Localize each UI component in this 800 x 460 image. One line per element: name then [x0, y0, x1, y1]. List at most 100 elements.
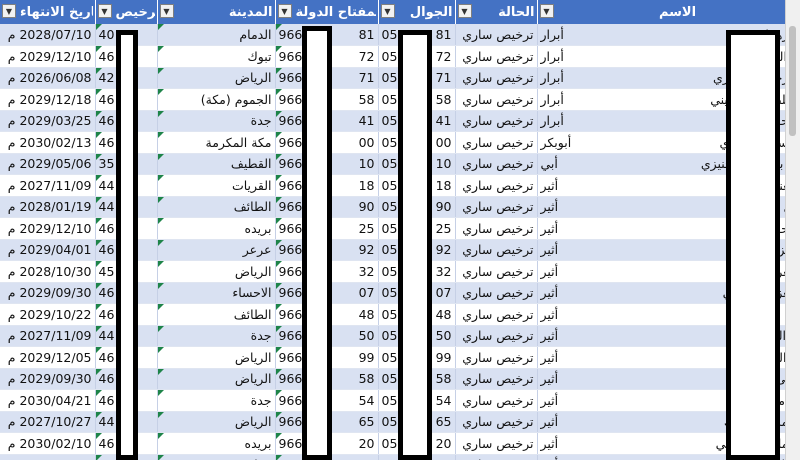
- cell-city[interactable]: جدة: [157, 389, 276, 412]
- cell-text: 42: [98, 70, 115, 86]
- cell-city[interactable]: جدة: [157, 110, 276, 132]
- cell-city[interactable]: الرياض: [157, 346, 276, 369]
- cell-text: ترخيص ساري: [462, 306, 534, 322]
- cell-text: 2027/11/09 م: [7, 328, 92, 344]
- filter-applied-icon[interactable]: ▼: [277, 4, 292, 18]
- cell-city[interactable]: الاحساء: [157, 282, 276, 304]
- dropdown-filter-icon[interactable]: ▼: [539, 4, 554, 18]
- header-city[interactable]: ▼ المدينة: [157, 0, 276, 24]
- cell-city[interactable]: الرياض: [157, 411, 276, 433]
- cell-text: 2029/12/05 م: [7, 349, 92, 365]
- cell-expiry[interactable]: 2029/12/10 م: [0, 45, 96, 68]
- cell-expiry[interactable]: 2028/10/30 م: [0, 260, 96, 283]
- header-license-no[interactable]: ▼رقم الترخيص: [95, 0, 158, 24]
- cell-text: 2029/09/30 م: [7, 371, 92, 387]
- cell-text: 46: [98, 349, 115, 365]
- cell-status[interactable]: ترخيص ساري: [455, 217, 538, 240]
- cell-expiry[interactable]: 2027/11/09 م: [0, 174, 96, 197]
- cell-city[interactable]: الطائف: [157, 303, 276, 326]
- cell-expiry[interactable]: 2030/03/12 م: [0, 454, 96, 460]
- dropdown-filter-icon[interactable]: ▼: [159, 4, 174, 18]
- cell-expiry[interactable]: 2029/03/25 م: [0, 110, 96, 132]
- cell-city[interactable]: تبوك: [157, 454, 276, 460]
- cell-expiry[interactable]: 2028/01/19 م: [0, 196, 96, 218]
- cell-status[interactable]: ترخيص ساري: [455, 368, 538, 390]
- cell-city[interactable]: عرعر: [157, 239, 276, 261]
- cell-city[interactable]: القريات: [157, 174, 276, 197]
- cell-city[interactable]: الدمام: [157, 24, 276, 46]
- cell-expiry[interactable]: 2029/09/30 م: [0, 368, 96, 390]
- dropdown-filter-icon[interactable]: ▼: [457, 4, 472, 18]
- cell-status[interactable]: ترخيص ساري: [455, 24, 538, 46]
- cell-expiry[interactable]: 2030/04/21 م: [0, 389, 96, 412]
- cell-city[interactable]: مكة المكرمة: [157, 131, 276, 154]
- cell-expiry[interactable]: 2029/10/22 م: [0, 303, 96, 326]
- scrollbar-thumb[interactable]: [789, 26, 796, 136]
- cell-status[interactable]: ترخيص ساري: [455, 153, 538, 175]
- cell-expiry[interactable]: 2026/06/08 م: [0, 67, 96, 89]
- cell-text: ترخيص ساري: [462, 371, 534, 387]
- cell-city[interactable]: الجموم (مكة): [157, 88, 276, 111]
- cell-expiry[interactable]: 2029/09/30 م: [0, 282, 96, 304]
- cell-status[interactable]: ترخيص ساري: [455, 325, 538, 347]
- header-intl-mobile[interactable]: ▼الجوال بمفتاح الدولة: [275, 0, 379, 24]
- header-mobile[interactable]: ▼ الجوال: [378, 0, 456, 24]
- cell-text: 46: [98, 220, 115, 236]
- dropdown-filter-icon[interactable]: ▼: [380, 4, 395, 18]
- cell-city[interactable]: الرياض: [157, 67, 276, 89]
- cell-status[interactable]: ترخيص ساري: [455, 432, 538, 455]
- dropdown-filter-icon[interactable]: ▼: [2, 4, 16, 18]
- header-expiry[interactable]: ▼ تاريخ الانتهاء: [0, 0, 96, 24]
- cell-city[interactable]: جدة: [157, 325, 276, 347]
- cell-expiry[interactable]: 2029/12/10 م: [0, 217, 96, 240]
- cell-text: ترخيص ساري: [462, 328, 534, 344]
- dropdown-filter-icon[interactable]: ▼: [97, 4, 112, 18]
- cell-text: ترخيص ساري: [462, 220, 534, 236]
- cell-expiry[interactable]: 2029/12/05 م: [0, 346, 96, 369]
- cell-status[interactable]: ترخيص ساري: [455, 454, 538, 460]
- cell-city[interactable]: الطائف: [157, 196, 276, 218]
- cell-status[interactable]: ترخيص ساري: [455, 260, 538, 283]
- cell-expiry[interactable]: 2029/04/01 م: [0, 239, 96, 261]
- header-name[interactable]: ▼ الاسم: [537, 0, 800, 24]
- cell-text-tail: 00: [358, 134, 375, 150]
- cell-city[interactable]: بريده: [157, 432, 276, 455]
- cell-status[interactable]: ترخيص ساري: [455, 346, 538, 369]
- cell-status[interactable]: ترخيص ساري: [455, 67, 538, 89]
- cell-status[interactable]: ترخيص ساري: [455, 282, 538, 304]
- cell-text-tail: 48: [435, 306, 452, 322]
- cell-expiry[interactable]: 2030/02/13 م: [0, 131, 96, 154]
- cell-text: 2029/12/10 م: [7, 220, 92, 236]
- cell-status[interactable]: ترخيص ساري: [455, 196, 538, 218]
- cell-status[interactable]: ترخيص ساري: [455, 303, 538, 326]
- cell-text: 2029/03/25 م: [7, 113, 92, 129]
- cell-text: الرياض: [234, 371, 272, 387]
- cell-status[interactable]: ترخيص ساري: [455, 239, 538, 261]
- cell-status[interactable]: ترخيص ساري: [455, 174, 538, 197]
- cell-text-tail: 10: [358, 156, 375, 172]
- cell-status[interactable]: ترخيص ساري: [455, 110, 538, 132]
- cell-text: 2029/04/01 م: [7, 242, 92, 258]
- vertical-scrollbar[interactable]: [785, 0, 800, 460]
- cell-text-tail: 54: [435, 392, 452, 408]
- cell-text-tail: 07: [435, 285, 452, 301]
- cell-city[interactable]: الرياض: [157, 368, 276, 390]
- cell-expiry[interactable]: 2030/02/10 م: [0, 432, 96, 455]
- cell-city[interactable]: تبوك: [157, 45, 276, 68]
- cell-city[interactable]: الرياض: [157, 260, 276, 283]
- cell-status[interactable]: ترخيص ساري: [455, 389, 538, 412]
- cell-status[interactable]: ترخيص ساري: [455, 131, 538, 154]
- cell-city[interactable]: بريده: [157, 217, 276, 240]
- cell-text-tail: 18: [358, 177, 375, 193]
- cell-status[interactable]: ترخيص ساري: [455, 45, 538, 68]
- cell-expiry[interactable]: 2029/05/06 م: [0, 153, 96, 175]
- cell-text: ترخيص ساري: [462, 48, 534, 64]
- cell-status[interactable]: ترخيص ساري: [455, 411, 538, 433]
- cell-expiry[interactable]: 2029/12/18 م: [0, 88, 96, 111]
- cell-expiry[interactable]: 2028/07/10 م: [0, 24, 96, 46]
- cell-expiry[interactable]: 2027/11/09 م: [0, 325, 96, 347]
- cell-status[interactable]: ترخيص ساري: [455, 88, 538, 111]
- cell-expiry[interactable]: 2027/10/27 م: [0, 411, 96, 433]
- cell-city[interactable]: القطيف: [157, 153, 276, 175]
- header-status[interactable]: ▼ الحالة: [455, 0, 538, 24]
